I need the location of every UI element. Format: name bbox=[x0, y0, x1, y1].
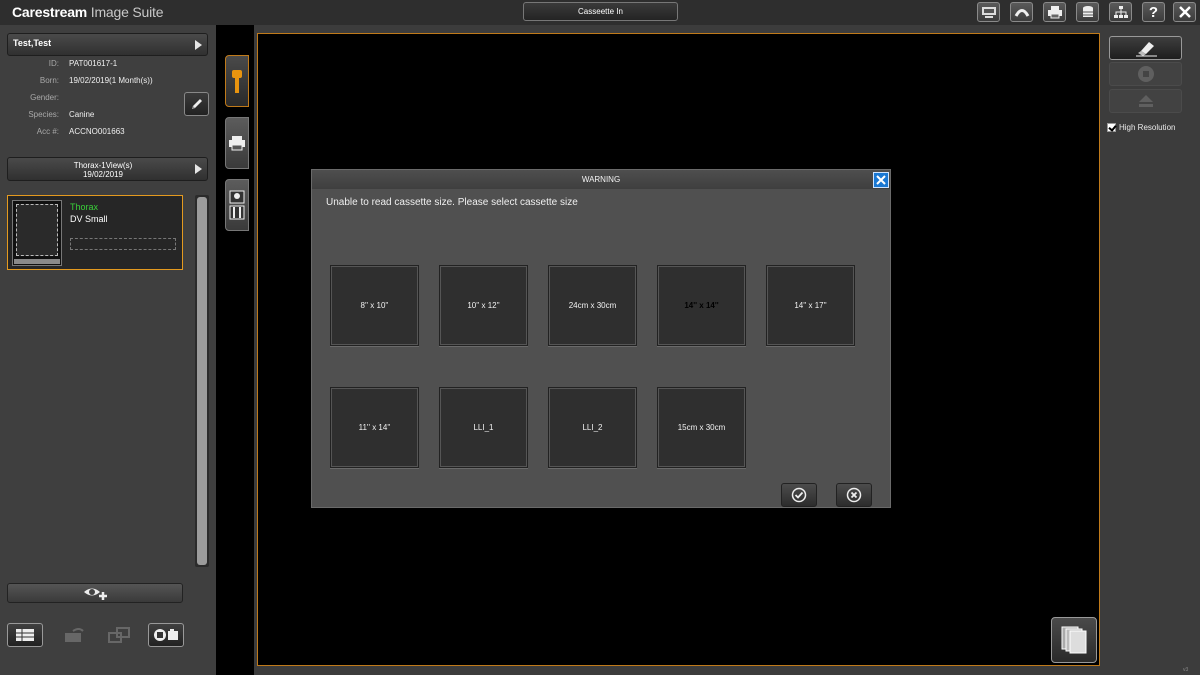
monitor-icon bbox=[981, 7, 996, 18]
size-option-lli1[interactable]: LLI_1 bbox=[439, 387, 528, 468]
cassette-size-dialog: WARNING Unable to read cassette size. Pl… bbox=[311, 169, 891, 508]
dialog-cancel-button[interactable] bbox=[836, 483, 872, 507]
patient-acc-label: Acc #: bbox=[36, 127, 59, 136]
size-option-11x14[interactable]: 11'' x 14'' bbox=[330, 387, 419, 468]
study-date: 19/02/2019 bbox=[82, 170, 124, 179]
folder-arrow-icon bbox=[65, 628, 84, 642]
network-icon bbox=[1113, 6, 1128, 18]
transfer-icon bbox=[108, 627, 130, 643]
study-button[interactable]: Thorax-1View(s) 19/02/2019 bbox=[7, 157, 208, 181]
cassette-status-button[interactable]: Casseette In bbox=[523, 2, 678, 21]
patient-id-value: PAT001617-1 bbox=[69, 59, 118, 68]
size-option-24x30cm[interactable]: 24cm x 30cm bbox=[548, 265, 637, 346]
reassign-button[interactable] bbox=[57, 623, 93, 647]
arc-icon bbox=[1014, 9, 1029, 17]
pencil-icon bbox=[191, 99, 202, 109]
patient-born-label: Born: bbox=[39, 76, 59, 85]
table-icon bbox=[16, 629, 34, 641]
bone-icon bbox=[232, 70, 242, 93]
help-button[interactable]: ? bbox=[1142, 2, 1165, 22]
rotate-button[interactable] bbox=[1010, 2, 1033, 22]
size-option-8x10[interactable]: 8'' x 10'' bbox=[330, 265, 419, 346]
dialog-title: WARNING bbox=[312, 170, 890, 189]
dialog-ok-button[interactable] bbox=[781, 483, 817, 507]
patient-species-label: Species: bbox=[28, 110, 59, 119]
top-bar: Carestream Image Suite Casseette In ? bbox=[0, 0, 1200, 25]
series-view: DV Small bbox=[70, 214, 108, 224]
worklist-button[interactable] bbox=[7, 623, 43, 647]
compare-icon bbox=[229, 190, 245, 220]
dialog-message: Unable to read cassette size. Please sel… bbox=[326, 197, 578, 208]
tab-print[interactable] bbox=[225, 117, 249, 169]
database-icon bbox=[1082, 6, 1093, 17]
cancel-circle-icon bbox=[846, 487, 862, 503]
version-label: v3 bbox=[1183, 667, 1189, 673]
help-icon: ? bbox=[1148, 3, 1159, 21]
stop-icon bbox=[1137, 66, 1154, 82]
print-button[interactable] bbox=[1043, 2, 1066, 22]
patient-id-label: ID: bbox=[48, 59, 59, 68]
expand-arrow-icon bbox=[195, 164, 202, 174]
expand-arrow-icon bbox=[195, 39, 202, 50]
record-icon bbox=[154, 629, 178, 641]
size-option-10x12[interactable]: 10'' x 12'' bbox=[439, 265, 528, 346]
stop-button[interactable] bbox=[1109, 62, 1182, 86]
patient-gender-label: Gender: bbox=[30, 93, 59, 102]
printer-icon bbox=[1047, 6, 1062, 19]
record-button[interactable] bbox=[148, 623, 184, 647]
series-placeholder bbox=[70, 238, 176, 250]
patient-header-button[interactable]: Test,Test bbox=[7, 33, 208, 56]
high-resolution-checkbox[interactable]: High Resolution bbox=[1107, 123, 1175, 132]
study-title: Thorax-1View(s) bbox=[73, 161, 133, 170]
transfer-button[interactable] bbox=[102, 623, 138, 647]
database-button[interactable] bbox=[1076, 2, 1099, 22]
check-circle-icon bbox=[791, 487, 807, 503]
printer-icon bbox=[229, 136, 245, 151]
eye-plus-icon bbox=[84, 588, 107, 600]
size-option-14x14[interactable]: 14'' x 14'' bbox=[657, 265, 746, 346]
series-thumbnail-card[interactable]: Thorax DV Small bbox=[7, 195, 183, 270]
eject-icon bbox=[1138, 95, 1153, 107]
dialog-close-button[interactable] bbox=[873, 172, 889, 188]
series-name: Thorax bbox=[70, 202, 99, 212]
tab-anatomy[interactable] bbox=[225, 55, 249, 107]
left-panel bbox=[0, 25, 216, 675]
stack-icon bbox=[1061, 626, 1087, 654]
network-button[interactable] bbox=[1109, 2, 1132, 22]
thumbnail-image bbox=[12, 200, 62, 266]
size-option-14x17[interactable]: 14'' x 17'' bbox=[766, 265, 855, 346]
close-icon bbox=[1178, 6, 1191, 18]
size-option-15x30cm[interactable]: 15cm x 30cm bbox=[657, 387, 746, 468]
series-scrollbar-thumb[interactable] bbox=[197, 197, 207, 565]
add-view-button[interactable] bbox=[7, 583, 183, 603]
checkbox-checked-icon bbox=[1107, 123, 1116, 132]
erase-button[interactable] bbox=[1109, 36, 1182, 60]
high-resolution-label: High Resolution bbox=[1119, 123, 1176, 132]
patient-species-value: Canine bbox=[69, 110, 95, 119]
monitor-button[interactable] bbox=[977, 2, 1000, 22]
exit-button[interactable] bbox=[1173, 2, 1196, 22]
size-option-lli2[interactable]: LLI_2 bbox=[548, 387, 637, 468]
patient-acc-value: ACCNO001663 bbox=[69, 127, 125, 136]
app-logo: Carestream Image Suite bbox=[12, 4, 164, 20]
stack-button[interactable] bbox=[1051, 617, 1097, 663]
edit-patient-button[interactable] bbox=[184, 92, 209, 116]
eject-button[interactable] bbox=[1109, 89, 1182, 113]
patient-born-value: 19/02/2019(1 Month(s)) bbox=[69, 76, 153, 85]
eraser-icon bbox=[1135, 42, 1157, 57]
close-icon bbox=[876, 175, 886, 185]
tab-compare[interactable] bbox=[225, 179, 249, 231]
patient-name: Test,Test bbox=[13, 38, 52, 48]
